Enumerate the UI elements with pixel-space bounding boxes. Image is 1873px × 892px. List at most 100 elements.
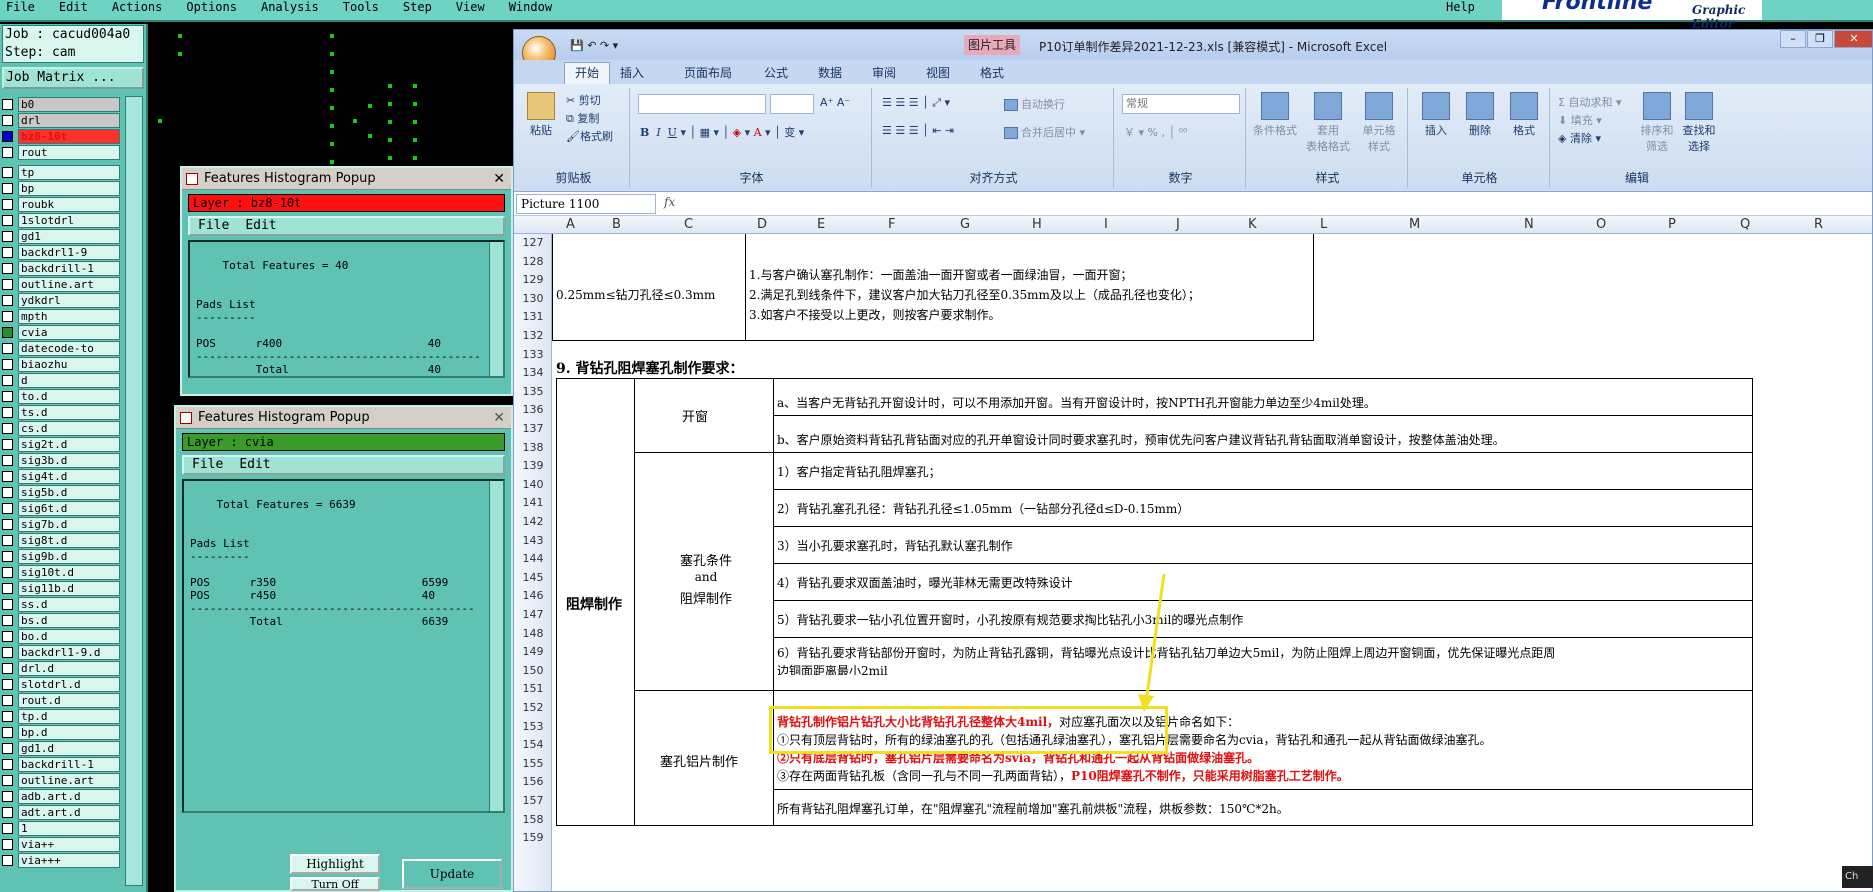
layer-row[interactable]: backdrill-1 <box>2 260 120 276</box>
layer-checkbox[interactable] <box>2 710 13 722</box>
fx-icon[interactable]: fx <box>664 195 675 209</box>
column-header[interactable]: B <box>612 217 621 232</box>
layer-row[interactable]: bo.d <box>2 628 120 644</box>
layer-checkbox[interactable] <box>2 534 13 546</box>
layer-row[interactable]: d <box>2 372 120 388</box>
row-header[interactable]: 147 <box>514 608 552 621</box>
column-header[interactable]: F <box>888 217 895 232</box>
layer-row[interactable]: sig2t.d <box>2 436 120 452</box>
ribbon-tab[interactable]: 公式 <box>764 64 788 81</box>
ribbon-tab[interactable]: 插入 <box>620 64 644 81</box>
layer-checkbox[interactable] <box>2 278 13 290</box>
turn-off-button[interactable]: Turn Off <box>290 877 380 891</box>
autosum-button[interactable]: Σ 自动求和 ▾ <box>1558 94 1621 110</box>
layer-checkbox[interactable] <box>2 598 13 610</box>
layer-row[interactable]: 1 <box>2 820 120 836</box>
layer-checkbox[interactable] <box>2 406 13 418</box>
frontline-menu-item[interactable]: Step <box>403 0 432 14</box>
layer-name[interactable]: gd1.d <box>18 740 120 756</box>
ribbon-tab[interactable]: 审阅 <box>872 64 896 81</box>
row-header[interactable]: 148 <box>514 627 552 640</box>
layer-name[interactable]: drl <box>18 112 120 128</box>
layer-checkbox[interactable] <box>2 518 13 530</box>
row-header[interactable]: 158 <box>514 813 552 826</box>
layer-checkbox[interactable] <box>2 646 13 658</box>
layer-checkbox[interactable] <box>2 486 13 498</box>
layer-row[interactable]: biaozhu <box>2 356 120 372</box>
row-header[interactable]: 138 <box>514 441 552 454</box>
layer-row[interactable]: drl.d <box>2 660 120 676</box>
row-header[interactable]: 132 <box>514 329 552 342</box>
layer-name[interactable]: tp.d <box>18 708 120 724</box>
frontline-menu-item[interactable]: File <box>6 0 35 14</box>
ribbon-tab[interactable]: 数据 <box>818 64 842 81</box>
menu-file[interactable]: File <box>192 457 223 473</box>
layer-row[interactable]: tp <box>2 164 120 180</box>
layer-checkbox[interactable] <box>2 678 13 690</box>
layer-name[interactable]: backdrill-1 <box>18 260 120 276</box>
row-header[interactable]: 144 <box>514 552 552 565</box>
layer-name[interactable]: backdrill-1 <box>18 756 120 772</box>
row-header[interactable]: 142 <box>514 515 552 528</box>
layer-name[interactable]: adb.art.d <box>18 788 120 804</box>
ribbon-tab[interactable]: 开始 <box>564 62 611 85</box>
layer-checkbox[interactable] <box>2 822 13 834</box>
layer-checkbox[interactable] <box>2 422 13 434</box>
layer-name[interactable]: backdrl1-9.d <box>18 644 120 660</box>
layer-row[interactable]: backdrl1-9.d <box>2 644 120 660</box>
help-menu[interactable]: Help <box>1446 0 1475 14</box>
layer-row[interactable]: roubk <box>2 196 120 212</box>
layer-row[interactable]: drl <box>2 112 120 128</box>
layer-name[interactable]: sig2t.d <box>18 436 120 452</box>
format-painter-button[interactable]: 🖌格式刷 <box>566 128 613 144</box>
layer-row[interactable]: ydkdrl <box>2 292 120 308</box>
layer-name[interactable]: bp.d <box>18 724 120 740</box>
font-size-box[interactable] <box>770 94 814 114</box>
popup-titlebar[interactable]: Features Histogram Popup ✕ <box>176 407 511 429</box>
layer-row[interactable]: to.d <box>2 388 120 404</box>
close-icon[interactable]: ✕ <box>493 410 505 426</box>
column-header[interactable]: L <box>1320 217 1327 232</box>
row-header[interactable]: 146 <box>514 589 552 602</box>
layer-checkbox[interactable] <box>2 130 13 142</box>
row-header[interactable]: 133 <box>514 348 552 361</box>
layer-row[interactable]: adt.art.d <box>2 804 120 820</box>
row-header[interactable]: 140 <box>514 478 552 491</box>
layer-name[interactable]: sig4t.d <box>18 468 120 484</box>
column-header[interactable]: D <box>757 217 767 232</box>
layer-row[interactable]: sig11b.d <box>2 580 120 596</box>
layer-name[interactable]: d <box>18 372 120 388</box>
layer-checkbox[interactable] <box>2 262 13 274</box>
fill-button[interactable]: ⬇ 填充 ▾ <box>1558 112 1602 128</box>
ribbon-tab[interactable]: 视图 <box>926 64 950 81</box>
layer-name[interactable]: rout.d <box>18 692 120 708</box>
row-header[interactable]: 129 <box>514 273 552 286</box>
clear-button[interactable]: ◈ 清除 ▾ <box>1558 130 1601 146</box>
layer-name[interactable]: adt.art.d <box>18 804 120 820</box>
layer-row[interactable]: cvia <box>2 324 120 340</box>
layer-name[interactable]: ss.d <box>18 596 120 612</box>
layer-name[interactable]: via+++ <box>18 852 120 868</box>
layer-row[interactable]: sig6t.d <box>2 500 120 516</box>
layer-checkbox[interactable] <box>2 390 13 402</box>
layer-checkbox[interactable] <box>2 98 13 110</box>
layer-checkbox[interactable] <box>2 358 13 370</box>
layer-row[interactable]: backdrl1-9 <box>2 244 120 260</box>
row-header[interactable]: 152 <box>514 701 552 714</box>
layer-name[interactable]: sig11b.d <box>18 580 120 596</box>
column-header[interactable]: Q <box>1740 217 1750 232</box>
layer-row[interactable]: bs.d <box>2 612 120 628</box>
layer-name[interactable]: outline.art <box>18 772 120 788</box>
layer-checkbox[interactable] <box>2 214 13 226</box>
layer-checkbox[interactable] <box>2 146 13 158</box>
layer-name[interactable]: drl.d <box>18 660 120 676</box>
layer-checkbox[interactable] <box>2 838 13 850</box>
layer-checkbox[interactable] <box>2 550 13 562</box>
layer-row[interactable]: adb.art.d <box>2 788 120 804</box>
row-header[interactable]: 134 <box>514 366 552 379</box>
cut-button[interactable]: ✂ 剪切 <box>566 92 601 108</box>
quick-access-toolbar[interactable]: 💾 ↶ ↷ ▾ <box>570 39 618 52</box>
layer-name[interactable]: datecode-to <box>18 340 120 356</box>
minimize-icon[interactable]: – <box>1780 30 1806 48</box>
vertical-align-icons[interactable]: ☰ ☰ ☰ │ ⤢ ▾ <box>882 96 950 110</box>
